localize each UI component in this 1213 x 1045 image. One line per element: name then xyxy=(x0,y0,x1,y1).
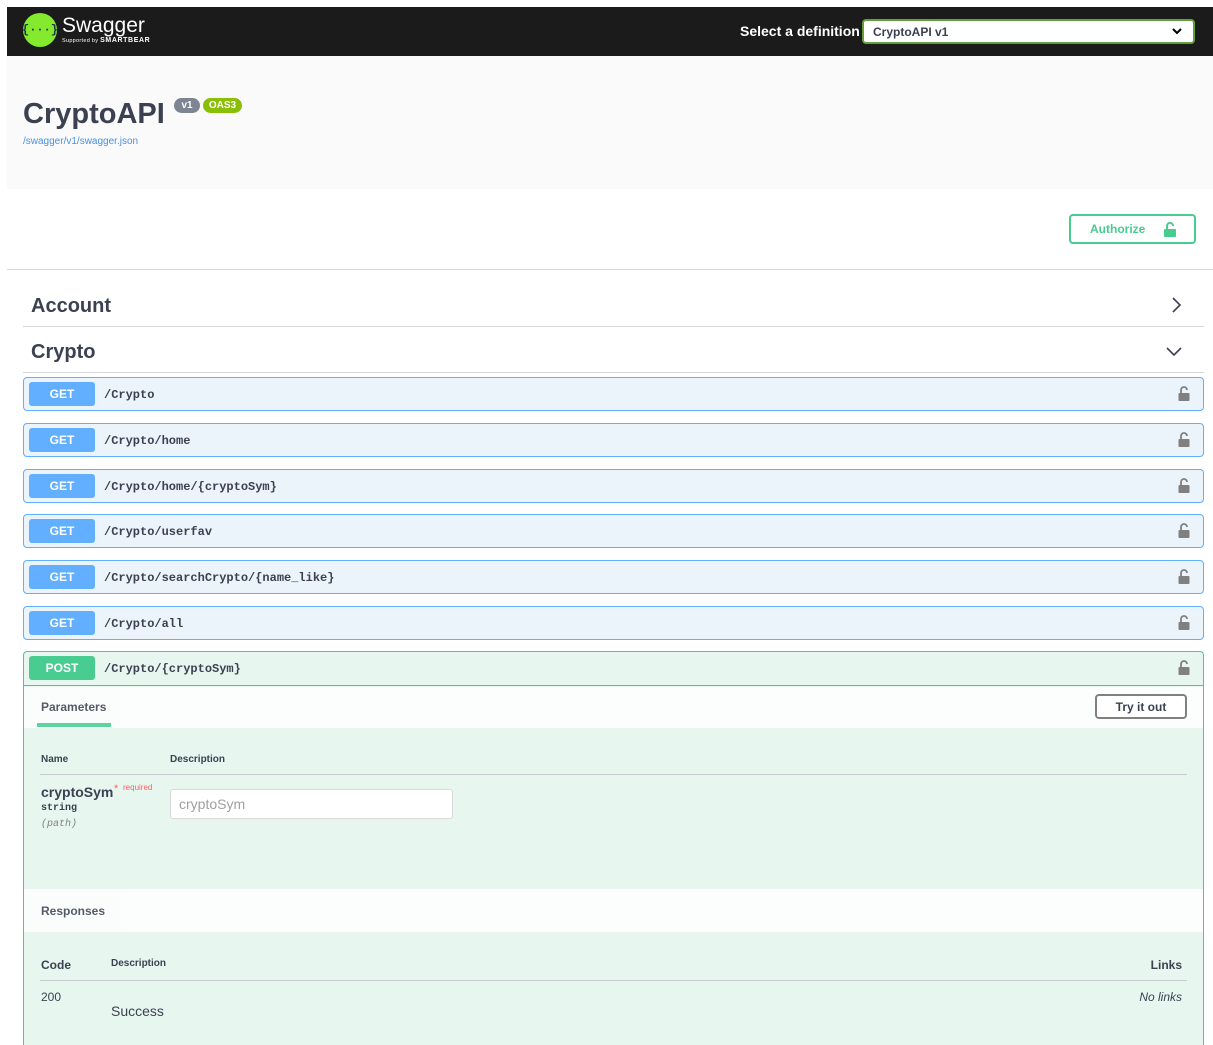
method-badge: GET xyxy=(29,611,95,635)
logo-name: Swagger xyxy=(62,14,145,37)
method-badge: POST xyxy=(29,656,95,680)
column-response-description: Description xyxy=(111,958,167,969)
response-description: Success xyxy=(111,1003,164,1019)
try-it-out-button[interactable]: Try it out xyxy=(1095,694,1187,719)
divider xyxy=(40,774,1187,775)
tag-name: Account xyxy=(31,295,111,317)
api-title: CryptoAPI xyxy=(23,98,165,130)
lock-icon[interactable] xyxy=(1178,522,1190,538)
operation-path: /Crypto xyxy=(104,388,155,402)
responses-header: Responses xyxy=(24,889,1203,932)
operation-get-crypto-search[interactable]: GET /Crypto/searchCrypto/{name_like} xyxy=(23,560,1204,594)
lock-icon[interactable] xyxy=(1178,385,1190,401)
definition-select[interactable]: CryptoAPI v1 xyxy=(862,19,1195,44)
method-badge: GET xyxy=(29,519,95,543)
method-badge: GET xyxy=(29,474,95,498)
column-links: Links xyxy=(1150,958,1182,972)
method-badge: GET xyxy=(29,565,95,589)
required-star: * xyxy=(114,783,119,795)
logo-sub: Supported by SMARTBEAR xyxy=(62,37,151,44)
lock-icon[interactable] xyxy=(1178,477,1190,493)
api-info: CryptoAPI v1 OAS3 /swagger/v1/swagger.js… xyxy=(7,56,1213,189)
param-type: string xyxy=(41,803,78,814)
method-badge: GET xyxy=(29,382,95,406)
operation-get-crypto-userfav[interactable]: GET /Crypto/userfav xyxy=(23,514,1204,548)
response-links: No links xyxy=(1139,990,1182,1004)
operation-get-crypto-all[interactable]: GET /Crypto/all xyxy=(23,606,1204,640)
method-badge: GET xyxy=(29,428,95,452)
operation-path: /Crypto/userfav xyxy=(104,525,213,539)
swagger-logo[interactable]: {···} Swagger Supported by SMARTBEAR xyxy=(22,13,151,47)
tag-name: Crypto xyxy=(31,341,96,363)
operation-post-crypto-sym: POST /Crypto/{cryptoSym} Parameters Try … xyxy=(23,651,1204,1045)
divider xyxy=(40,980,1187,981)
column-name: Name xyxy=(41,754,69,765)
lock-icon[interactable] xyxy=(1178,659,1190,675)
tab-parameters[interactable]: Parameters xyxy=(41,700,106,714)
column-description: Description xyxy=(170,754,226,765)
operation-path: /Crypto/searchCrypto/{name_like} xyxy=(104,571,335,585)
swagger-json-link[interactable]: /swagger/v1/swagger.json xyxy=(23,136,138,147)
response-code: 200 xyxy=(41,990,62,1004)
responses-title: Responses xyxy=(41,904,106,918)
oas-badge: OAS3 xyxy=(203,98,242,113)
authorize-button[interactable]: Authorize xyxy=(1069,214,1196,244)
swagger-logo-icon: {···} xyxy=(22,13,58,47)
authorize-label: Authorize xyxy=(1090,222,1146,236)
topbar: {···} Swagger Supported by SMARTBEAR Sel… xyxy=(7,7,1213,56)
operation-get-crypto-home-sym[interactable]: GET /Crypto/home/{cryptoSym} xyxy=(23,469,1204,503)
definition-label: Select a definition xyxy=(740,23,860,39)
chevron-down-icon xyxy=(1172,28,1182,35)
operation-path: /Crypto/home/{cryptoSym} xyxy=(104,480,277,494)
tag-crypto[interactable]: Crypto xyxy=(23,327,1204,373)
operation-get-crypto-home[interactable]: GET /Crypto/home xyxy=(23,423,1204,457)
param-location: (path) xyxy=(41,819,78,830)
operation-path: /Crypto/all xyxy=(104,617,184,631)
operation-path: /Crypto/{cryptoSym} xyxy=(104,662,241,676)
divider xyxy=(7,269,1213,270)
definition-select-value: CryptoAPI v1 xyxy=(873,25,949,39)
chevron-right-icon xyxy=(1172,297,1182,313)
operation-path: /Crypto/home xyxy=(104,434,191,448)
required-label: required xyxy=(123,783,153,792)
parameters-header: Parameters xyxy=(24,687,1203,728)
chevron-down-icon xyxy=(1166,347,1182,357)
param-name: cryptoSym xyxy=(41,784,114,800)
version-badge: v1 xyxy=(174,98,200,113)
crypto-sym-input[interactable] xyxy=(170,789,453,819)
lock-icon[interactable] xyxy=(1178,431,1190,447)
tab-underline xyxy=(37,723,111,727)
tag-account[interactable]: Account xyxy=(23,281,1204,327)
column-code: Code xyxy=(41,958,71,972)
lock-icon[interactable] xyxy=(1178,568,1190,584)
operation-summary[interactable]: POST /Crypto/{cryptoSym} xyxy=(24,652,1203,686)
lock-icon[interactable] xyxy=(1178,614,1190,630)
unlock-icon xyxy=(1164,221,1177,237)
operation-get-crypto[interactable]: GET /Crypto xyxy=(23,377,1204,411)
